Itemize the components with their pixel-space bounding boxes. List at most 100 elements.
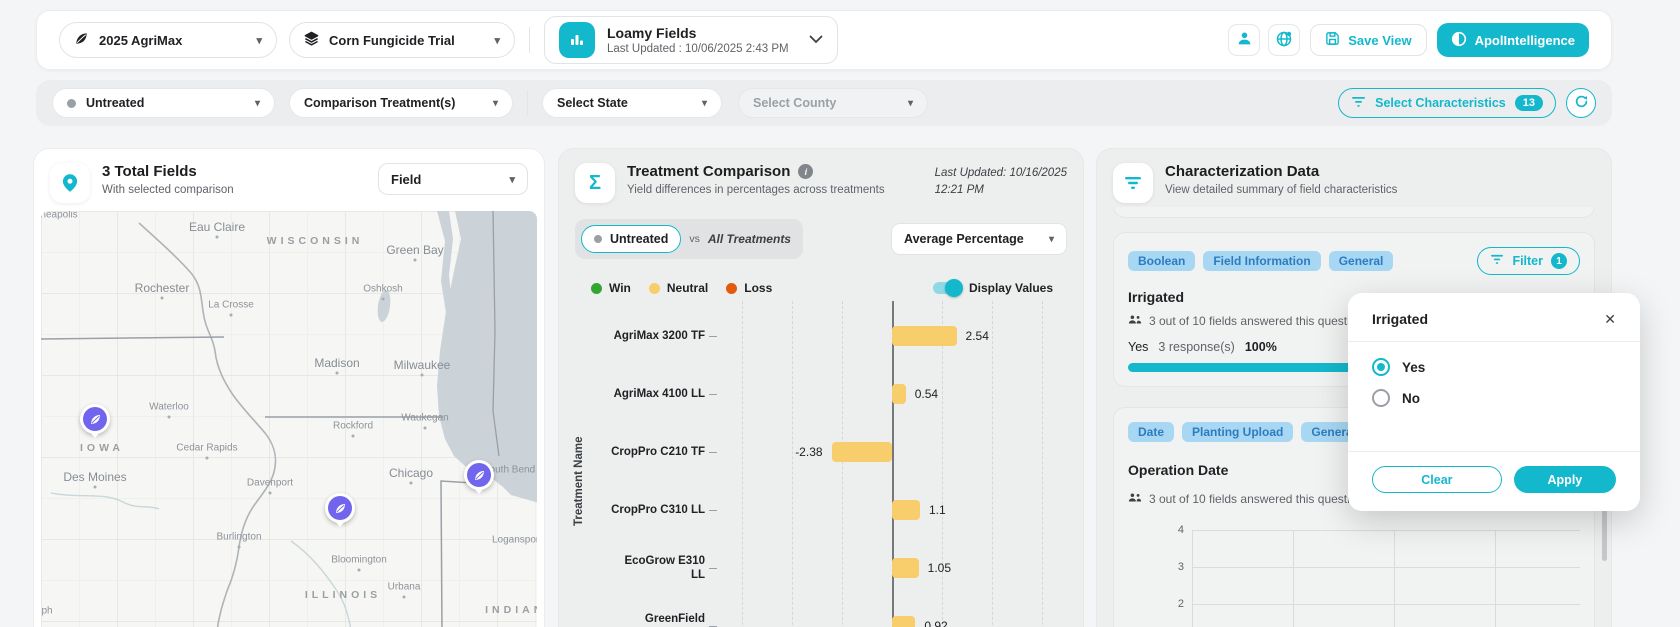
legend-items: WinNeutralLoss [591,281,790,295]
radio-option-label: No [1402,391,1420,406]
map-panel-title: 3 Total Fields [102,163,234,180]
category-label: CropPro C310 LL [575,503,705,517]
bar [892,500,920,520]
city-label: Davenport [247,478,293,489]
axis-tick-label: 4 [1178,524,1184,536]
answered-text: 3 out of 10 fields answered this questio… [1149,492,1363,506]
chevron-down-icon: ▾ [494,34,500,47]
county-select[interactable]: Select County ▾ [738,88,928,118]
city-dot-icon [382,298,385,301]
people-icon [1128,314,1142,328]
city-label: Eau Claire [189,220,245,234]
treatment-dot-icon [594,235,602,243]
city-label: Minneapolis [41,211,78,221]
chart-plot-cell: 0.54 [717,365,1067,423]
bar-value-label: -2.38 [795,445,822,459]
axis-tick [709,452,717,453]
radio-option[interactable]: Yes [1372,358,1616,376]
globe-icon [1275,30,1293,51]
dataset-select[interactable]: Loamy Fields Last Updated : 10/06/2025 2… [544,16,838,64]
contrast-icon [1451,31,1467,50]
city-label: Madison [314,356,359,370]
user-button[interactable] [1228,24,1260,56]
chart-plot-cell: 1.05 [717,539,1067,597]
base-treatment-select[interactable]: Untreated ▾ [52,88,275,118]
group-by-field-select[interactable]: Field ▾ [378,163,528,195]
clear-button[interactable]: Clear [1372,466,1502,493]
axis-tick [709,568,717,569]
program-label: 2025 AgriMax [99,33,182,48]
sigma-glyph: Σ [589,172,601,195]
chevron-down-icon: ▾ [255,98,260,109]
select-characteristics-button[interactable]: Select Characteristics 13 [1338,88,1556,118]
tag-chip: Field Information [1203,251,1320,271]
close-icon[interactable]: ✕ [1604,312,1616,326]
fields-map[interactable]: WISCONSINIOWAILLINOISINDIANAMinneapolisE… [41,211,537,627]
city-dot-icon [230,314,233,317]
field-marker[interactable] [325,493,355,523]
field-marker[interactable] [80,404,110,434]
metric-select[interactable]: Average Percentage ▾ [891,223,1067,255]
bar-value-label: 0.54 [915,387,938,401]
divider [527,90,528,116]
chevron-down-icon: ▾ [702,98,707,109]
city-label: Milwaukee [394,358,451,372]
operation-date-chart: 432 [1128,530,1580,627]
fields-map-panel: 3 Total Fields With selected comparison … [33,148,545,627]
tag-list: DatePlanting UploadGeneral [1128,422,1366,442]
vs-label: vs [689,233,700,245]
refresh-button[interactable] [1566,88,1596,118]
display-values-label: Display Values [969,281,1053,295]
comparison-treatments-select[interactable]: Comparison Treatment(s) ▾ [289,88,513,118]
city-dot-icon [352,435,355,438]
radio-icon [1372,358,1390,376]
save-view-button[interactable]: Save View [1310,24,1426,56]
chart-row: GreenField L340RC0.92 [575,597,1067,627]
metric-label: Average Percentage [904,232,1024,246]
city-label: Waukegan [401,413,448,424]
city-dot-icon [358,569,361,572]
question-filter-button[interactable]: Filter 1 [1477,247,1580,275]
chart-plot-cell: 0.92 [717,597,1067,627]
treatment-panel-subtitle: Yield differences in percentages across … [627,184,885,196]
chart-grid [1192,530,1580,627]
info-icon[interactable]: i [798,164,813,179]
city-dot-icon [168,416,171,419]
response-percent: 100% [1245,340,1277,354]
axis-tick-label: 2 [1178,598,1184,610]
radio-option[interactable]: No [1372,389,1616,407]
chart-rows: AgriMax 3200 TF2.54AgriMax 4100 LL0.54Cr… [575,307,1067,627]
treatment-comparison-panel: Σ Treatment Comparison i Yield differenc… [558,148,1084,627]
base-treatment-chip[interactable]: Untreated [581,225,681,253]
location-pin-icon [50,163,90,203]
bar [892,326,957,346]
chevron-down-icon: ▾ [908,98,913,109]
state-select[interactable]: Select State ▾ [542,88,722,118]
bar-value-label: 1.05 [928,561,951,575]
chart-plot-cell: 2.54 [717,307,1067,365]
map-geography [41,211,537,627]
globe-button[interactable] [1268,24,1300,56]
apply-button[interactable]: Apply [1514,466,1616,493]
dataset-text: Loamy Fields Last Updated : 10/06/2025 2… [607,25,789,55]
filter-lines-icon [1351,96,1366,111]
city-dot-icon [206,457,209,460]
apol-intelligence-button[interactable]: ApolIntelligence [1437,23,1589,57]
leaf-icon [74,31,89,49]
chart-plot-cell: 1.1 [717,481,1067,539]
trial-select[interactable]: Corn Fungicide Trial ▾ [289,22,515,58]
axis-tick [709,510,717,511]
program-select[interactable]: 2025 AgriMax ▾ [59,22,277,58]
display-values-toggle[interactable]: Display Values [933,281,1053,295]
question-tags: BooleanField InformationGeneral Filter 1 [1128,247,1580,275]
dataset-last-updated: Last Updated : 10/06/2025 2:43 PM [607,43,789,55]
legend-item: Loss [726,281,772,295]
legend-label: Loss [744,281,772,295]
state-label: IOWA [80,442,124,454]
city-dot-icon [94,486,97,489]
updated-date: Last Updated: 10/16/2025 [935,165,1067,182]
field-marker[interactable] [464,460,494,490]
updated-time: 12:21 PM [935,182,1067,199]
city-label: Bloomington [331,555,387,566]
city-label: Burlington [216,532,261,543]
